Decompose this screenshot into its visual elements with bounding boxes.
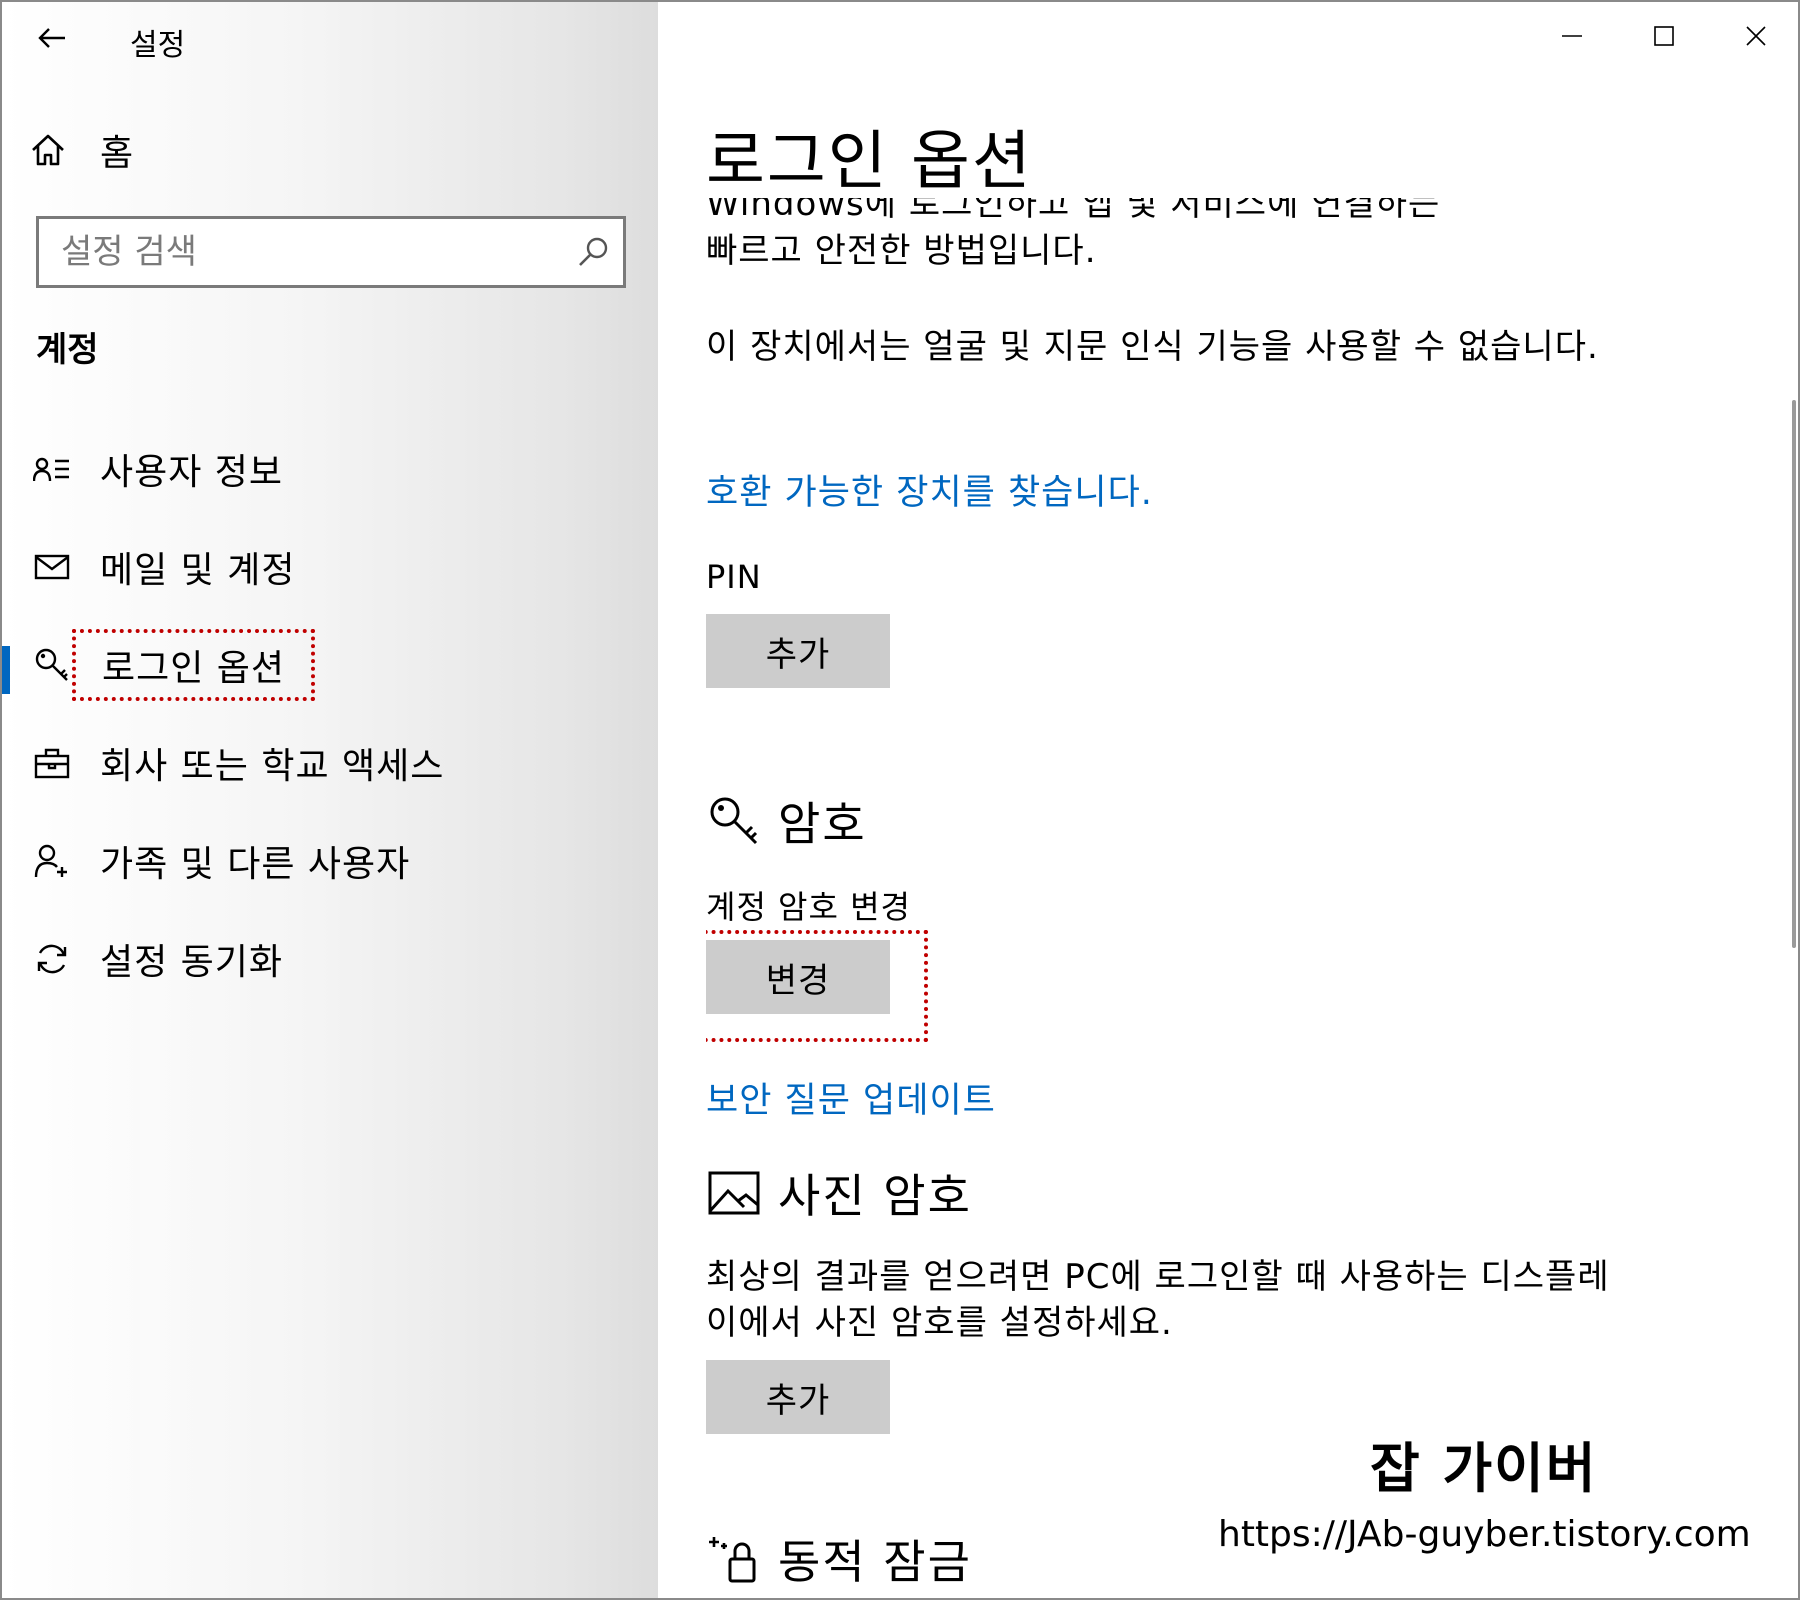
picture-icon (706, 1165, 762, 1221)
sidebar-item-user-info[interactable]: 사용자 정보 (2, 420, 658, 518)
update-security-questions-link[interactable]: 보안 질문 업데이트 (706, 1072, 996, 1123)
key-icon (32, 645, 72, 685)
sidebar-item-label: 사용자 정보 (100, 452, 284, 493)
watermark-url: https://JAb-guyber.tistory.com (1218, 1514, 1751, 1555)
pin-label: PIN (706, 558, 762, 596)
sidebar-item-work-school[interactable]: 회사 또는 학교 액세스 (2, 714, 658, 812)
briefcase-icon (32, 743, 72, 783)
dynamic-lock-icon (706, 1531, 762, 1587)
watermark-title: 잡 가이버 (1370, 1437, 1598, 1500)
change-password-label: 계정 암호 변경 (706, 888, 911, 926)
search-input[interactable] (39, 219, 563, 285)
sidebar-item-label: 가족 및 다른 사용자 (100, 844, 411, 885)
content-pane: 로그인 옵션 Windows에 로그인하고 앱 및 서비스에 연결하는 빠르고 … (658, 2, 1798, 1598)
window-controls (1526, 2, 1798, 70)
password-heading: 암호 (706, 788, 867, 854)
mail-icon (32, 547, 72, 587)
sync-icon (32, 939, 72, 979)
sidebar-nav: 사용자 정보 메일 및 계정 로그인 옵션 회사 또는 학교 액세스 가족 및 … (2, 420, 658, 1008)
windows-hello-desc-partial: Windows에 로그인하고 앱 및 서비스에 연결하는 (706, 198, 1441, 224)
change-button-highlight (706, 930, 928, 1042)
sidebar-item-sign-in-options[interactable]: 로그인 옵션 (2, 616, 658, 714)
search-icon[interactable] (563, 222, 623, 282)
home-label: 홈 (100, 133, 134, 174)
sidebar-item-label: 메일 및 계정 (100, 550, 296, 591)
person-add-icon (32, 841, 72, 881)
sidebar: 설정 홈 계정 (2, 2, 658, 1598)
sidebar-item-label: 회사 또는 학교 액세스 (100, 746, 445, 787)
back-button[interactable] (30, 16, 74, 60)
pin-add-button[interactable]: 추가 (706, 614, 890, 688)
picture-password-heading: 사진 암호 (706, 1160, 972, 1226)
find-compatible-devices-link[interactable]: 호환 가능한 장치를 찾습니다. (706, 464, 1153, 515)
picture-password-heading-label: 사진 암호 (778, 1169, 972, 1223)
user-info-icon (32, 449, 72, 489)
sidebar-item-label: 로그인 옵션 (71, 629, 316, 701)
scrollbar-thumb[interactable] (1792, 400, 1796, 948)
scroll-area: Windows에 로그인하고 앱 및 서비스에 연결하는 빠르고 안전한 방법입… (706, 198, 1706, 1598)
password-heading-label: 암호 (778, 797, 867, 851)
sidebar-item-mail[interactable]: 메일 및 계정 (2, 518, 658, 616)
section-title: 계정 (36, 330, 99, 370)
home-icon (32, 134, 64, 166)
dynamic-lock-heading: 동적 잠금 (706, 1526, 972, 1592)
sidebar-item-sync[interactable]: 설정 동기화 (2, 910, 658, 1008)
active-indicator (2, 646, 10, 694)
settings-window: 설정 홈 계정 (0, 0, 1800, 1600)
app-title: 설정 (130, 28, 186, 63)
face-fingerprint-unavailable: 이 장치에서는 얼굴 및 지문 인식 기능을 사용할 수 없습니다. (706, 327, 1599, 367)
page-title: 로그인 옵션 (706, 125, 1033, 199)
sidebar-item-label: 설정 동기화 (100, 942, 284, 983)
sidebar-item-home[interactable]: 홈 (30, 124, 133, 176)
picture-password-desc: 최상의 결과를 얻으려면 PC에 로그인할 때 사용하는 디스플레이에서 사진 … (706, 1257, 1610, 1343)
close-button[interactable] (1710, 2, 1798, 70)
search-box (36, 216, 626, 288)
windows-hello-desc-tail: 빠르고 안전한 방법입니다. (706, 231, 1097, 271)
minimize-icon (1562, 35, 1582, 37)
key-icon (706, 793, 762, 849)
minimize-button[interactable] (1526, 2, 1618, 70)
back-arrow-icon (38, 28, 65, 48)
sidebar-item-family[interactable]: 가족 및 다른 사용자 (2, 812, 658, 910)
picture-add-button[interactable]: 추가 (706, 1360, 890, 1434)
dynamic-lock-heading-label: 동적 잠금 (778, 1535, 972, 1589)
maximize-icon (1654, 26, 1674, 46)
maximize-button[interactable] (1618, 2, 1710, 70)
close-icon (1746, 26, 1766, 46)
